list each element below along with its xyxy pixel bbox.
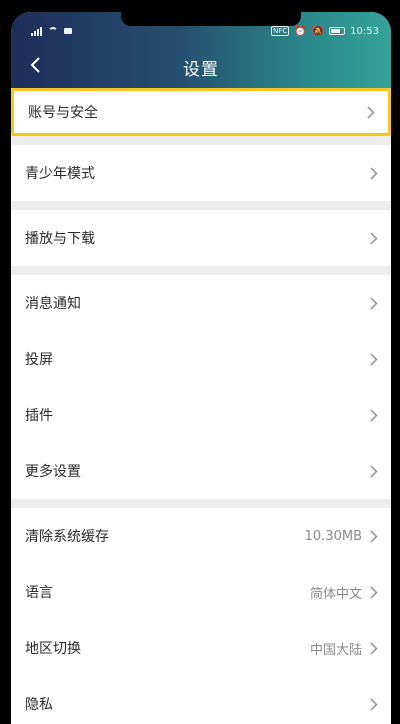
nfc-icon: NFC <box>271 26 290 36</box>
settings-group-general: 消息通知 投屏 插件 更多设置 <box>11 275 391 499</box>
chevron-right-icon <box>370 352 379 366</box>
settings-item-label: 更多设置 <box>25 464 81 480</box>
settings-group-teen: 青少年模式 <box>11 145 391 201</box>
chevron-right-icon <box>370 464 379 478</box>
chevron-right-icon <box>370 166 379 180</box>
chevron-right-icon <box>370 641 379 655</box>
settings-item-label: 投屏 <box>25 352 53 368</box>
silent-icon: 🔕 <box>311 25 325 37</box>
chevron-right-icon <box>370 408 379 422</box>
settings-group-system: 清除系统缓存 10.30MB 语言 简体中文 地区切换 中国大陆 隐私 <box>11 508 391 724</box>
settings-item-label: 清除系统缓存 <box>25 529 109 545</box>
settings-item-plugins[interactable]: 插件 <box>11 387 391 443</box>
group-divider <box>11 201 391 210</box>
settings-item-label: 账号与安全 <box>28 105 98 121</box>
status-left <box>31 26 72 36</box>
status-right: NFC ⏰ 🔕 10:53 <box>271 26 379 37</box>
language-value: 简体中文 <box>309 586 362 602</box>
settings-item-label: 隐私 <box>25 697 53 713</box>
battery-icon <box>329 27 346 35</box>
group-divider <box>11 266 391 275</box>
chevron-right-icon <box>370 296 379 310</box>
chevron-right-icon <box>370 585 379 599</box>
chevron-right-icon <box>370 231 379 245</box>
settings-item-more-settings[interactable]: 更多设置 <box>11 443 391 499</box>
settings-group-account: 账号与安全 <box>11 88 391 136</box>
settings-item-clear-cache[interactable]: 清除系统缓存 10.30MB <box>11 508 391 564</box>
settings-item-label: 插件 <box>25 408 53 424</box>
settings-item-label: 地区切换 <box>25 641 81 657</box>
settings-item-notifications[interactable]: 消息通知 <box>11 275 391 331</box>
cache-size-value: 10.30MB <box>304 528 362 544</box>
settings-list: 账号与安全 青少年模式 播放与下载 消息通知 投屏 插件 更多设置 清除系统缓存… <box>11 88 391 724</box>
chevron-right-icon <box>367 105 376 119</box>
sim-icon <box>64 28 72 34</box>
chevron-right-icon <box>370 529 379 543</box>
settings-item-account-security[interactable]: 账号与安全 <box>11 88 391 136</box>
alarm-icon: ⏰ <box>294 25 307 37</box>
settings-item-privacy[interactable]: 隐私 <box>11 676 391 724</box>
signal-icon <box>31 26 42 36</box>
settings-item-label: 青少年模式 <box>25 166 95 182</box>
settings-item-label: 消息通知 <box>25 296 81 312</box>
group-divider <box>11 499 391 508</box>
chevron-right-icon <box>370 697 379 711</box>
wifi-icon <box>48 27 58 35</box>
settings-item-play-download[interactable]: 播放与下载 <box>11 210 391 266</box>
settings-item-cast-screen[interactable]: 投屏 <box>11 331 391 387</box>
settings-group-playback: 播放与下载 <box>11 210 391 266</box>
settings-item-region[interactable]: 地区切换 中国大陆 <box>11 620 391 676</box>
status-time: 10:53 <box>350 25 379 37</box>
phone-screen: NFC ⏰ 🔕 10:53 设置 账号与安全 青少年模式 播放与下载 消息通知 … <box>11 12 391 724</box>
settings-item-label: 播放与下载 <box>25 231 95 247</box>
page-title: 设置 <box>183 60 219 80</box>
settings-item-label: 语言 <box>25 585 53 601</box>
region-value: 中国大陆 <box>309 642 362 658</box>
group-divider <box>11 136 391 145</box>
settings-item-teen-mode[interactable]: 青少年模式 <box>11 145 391 201</box>
camera-notch <box>121 12 301 26</box>
settings-item-language[interactable]: 语言 简体中文 <box>11 564 391 620</box>
